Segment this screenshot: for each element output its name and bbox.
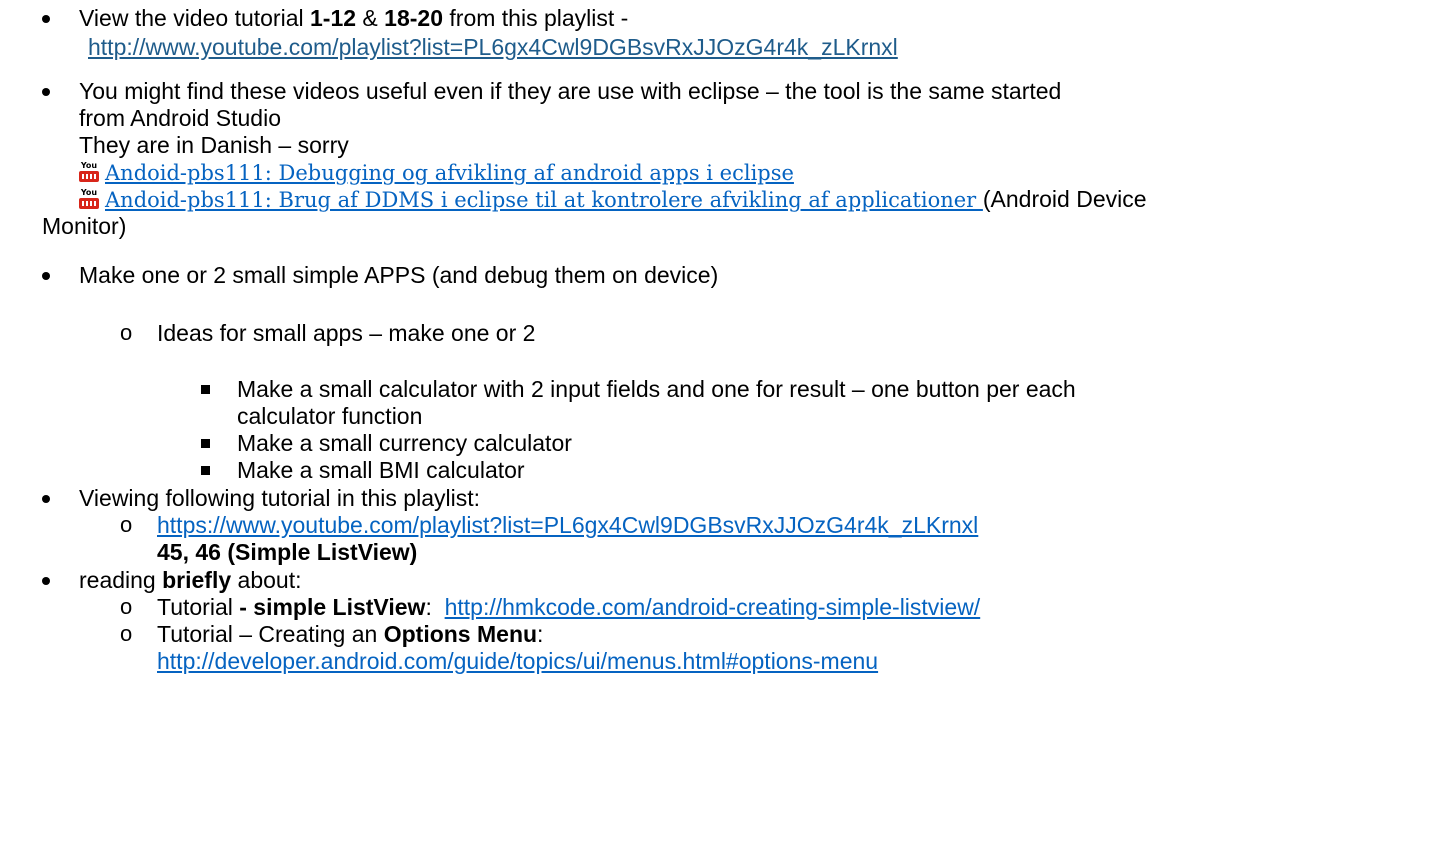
sub-bullet-marker: o xyxy=(120,594,133,619)
sub-bullet-marker: o xyxy=(120,320,133,345)
idea-item: Make a small currency calculator xyxy=(237,430,572,456)
document-page: View the video tutorial 1-12 & 18-20 fro… xyxy=(0,0,1453,862)
ideas-heading: Ideas for small apps – make one or 2 xyxy=(157,320,536,346)
bold-text: 45, 46 (Simple ListView) xyxy=(157,539,418,565)
square-bullet xyxy=(201,439,210,448)
text-run: Tutorial – Creating an xyxy=(157,621,384,647)
bullet-1-link-line: http://www.youtube.com/playlist?list=PL6… xyxy=(88,34,898,61)
text-run: : xyxy=(537,621,544,647)
bold-text: - simple ListView xyxy=(239,594,426,620)
bold-text: briefly xyxy=(162,567,232,593)
bullet-2-line-monitor: Monitor) xyxy=(42,213,127,239)
video-link-debugging[interactable]: Andoid-pbs111: Debugging og afvikling af… xyxy=(105,161,794,185)
bullet-4-bold: 45, 46 (Simple ListView) xyxy=(157,539,417,566)
playlist-link-line: https://www.youtube.com/playlist?list=PL… xyxy=(157,512,978,539)
text-run: Tutorial xyxy=(157,594,240,620)
sub-bullet-marker: o xyxy=(120,621,133,646)
android-menus-link[interactable]: http://developer.android.com/guide/topic… xyxy=(157,648,878,674)
hmkcode-link[interactable]: http://hmkcode.com/android-creating-simp… xyxy=(445,594,981,620)
idea-item-continued: calculator function xyxy=(237,403,423,429)
text-run: View the video tutorial xyxy=(79,5,310,31)
bold-text: 18-20 xyxy=(384,5,443,31)
playlist-link[interactable]: http://www.youtube.com/playlist?list=PL6… xyxy=(88,34,898,60)
bold-text: 1-12 xyxy=(310,5,357,31)
options-menu-link-line: http://developer.android.com/guide/topic… xyxy=(157,648,878,675)
bullet-3-text: Make one or 2 small simple APPS (and deb… xyxy=(79,262,719,288)
playlist-link-2[interactable]: https://www.youtube.com/playlist?list=PL… xyxy=(157,512,978,538)
text-run: from this playlist - xyxy=(443,5,629,31)
bullet-2-line-1: You might find these videos useful even … xyxy=(79,78,1062,104)
tutorial-listview-line: Tutorial - simple ListView: http://hmkco… xyxy=(157,594,980,621)
tutorial-options-menu-line: Tutorial – Creating an Options Menu: xyxy=(157,621,543,648)
video-link-row-1: You Andoid-pbs111: Debugging og afvikling… xyxy=(79,159,794,187)
bullet-marker xyxy=(42,15,52,25)
square-bullet xyxy=(201,466,210,475)
video-link-ddms[interactable]: Andoid-pbs111: Brug af DDMS i eclipse ti… xyxy=(105,188,983,212)
bullet-2-line-2: from Android Studio xyxy=(79,105,282,131)
bullet-1-text: View the video tutorial 1-12 & 18-20 fro… xyxy=(79,5,628,32)
text-run: (Android Device xyxy=(982,186,1147,212)
youtube-icon: You xyxy=(79,162,99,182)
text-run: reading xyxy=(79,567,163,593)
bullet-2-line-3: They are in Danish – sorry xyxy=(79,132,349,158)
bullet-5-text: reading briefly about: xyxy=(79,567,302,594)
youtube-icon: You xyxy=(79,189,99,209)
text-run: about: xyxy=(231,567,302,593)
text-run: & xyxy=(356,5,385,31)
bullet-marker xyxy=(42,272,52,282)
youtube-icon-top: You xyxy=(80,161,98,170)
bullet-marker xyxy=(42,88,52,98)
video-link-row-2: You Andoid-pbs111: Brug af DDMS i eclipse… xyxy=(79,186,1147,214)
text-run: : xyxy=(425,594,445,620)
youtube-icon-top: You xyxy=(80,188,98,197)
bullet-4-text: Viewing following tutorial in this playl… xyxy=(79,485,480,511)
sub-bullet-marker: o xyxy=(120,512,133,537)
bullet-marker xyxy=(42,495,52,505)
idea-item: Make a small BMI calculator xyxy=(237,457,525,483)
bold-text: Options Menu xyxy=(383,621,538,647)
idea-item: Make a small calculator with 2 input fie… xyxy=(237,376,1076,402)
bullet-marker xyxy=(42,577,52,587)
square-bullet xyxy=(201,385,210,394)
